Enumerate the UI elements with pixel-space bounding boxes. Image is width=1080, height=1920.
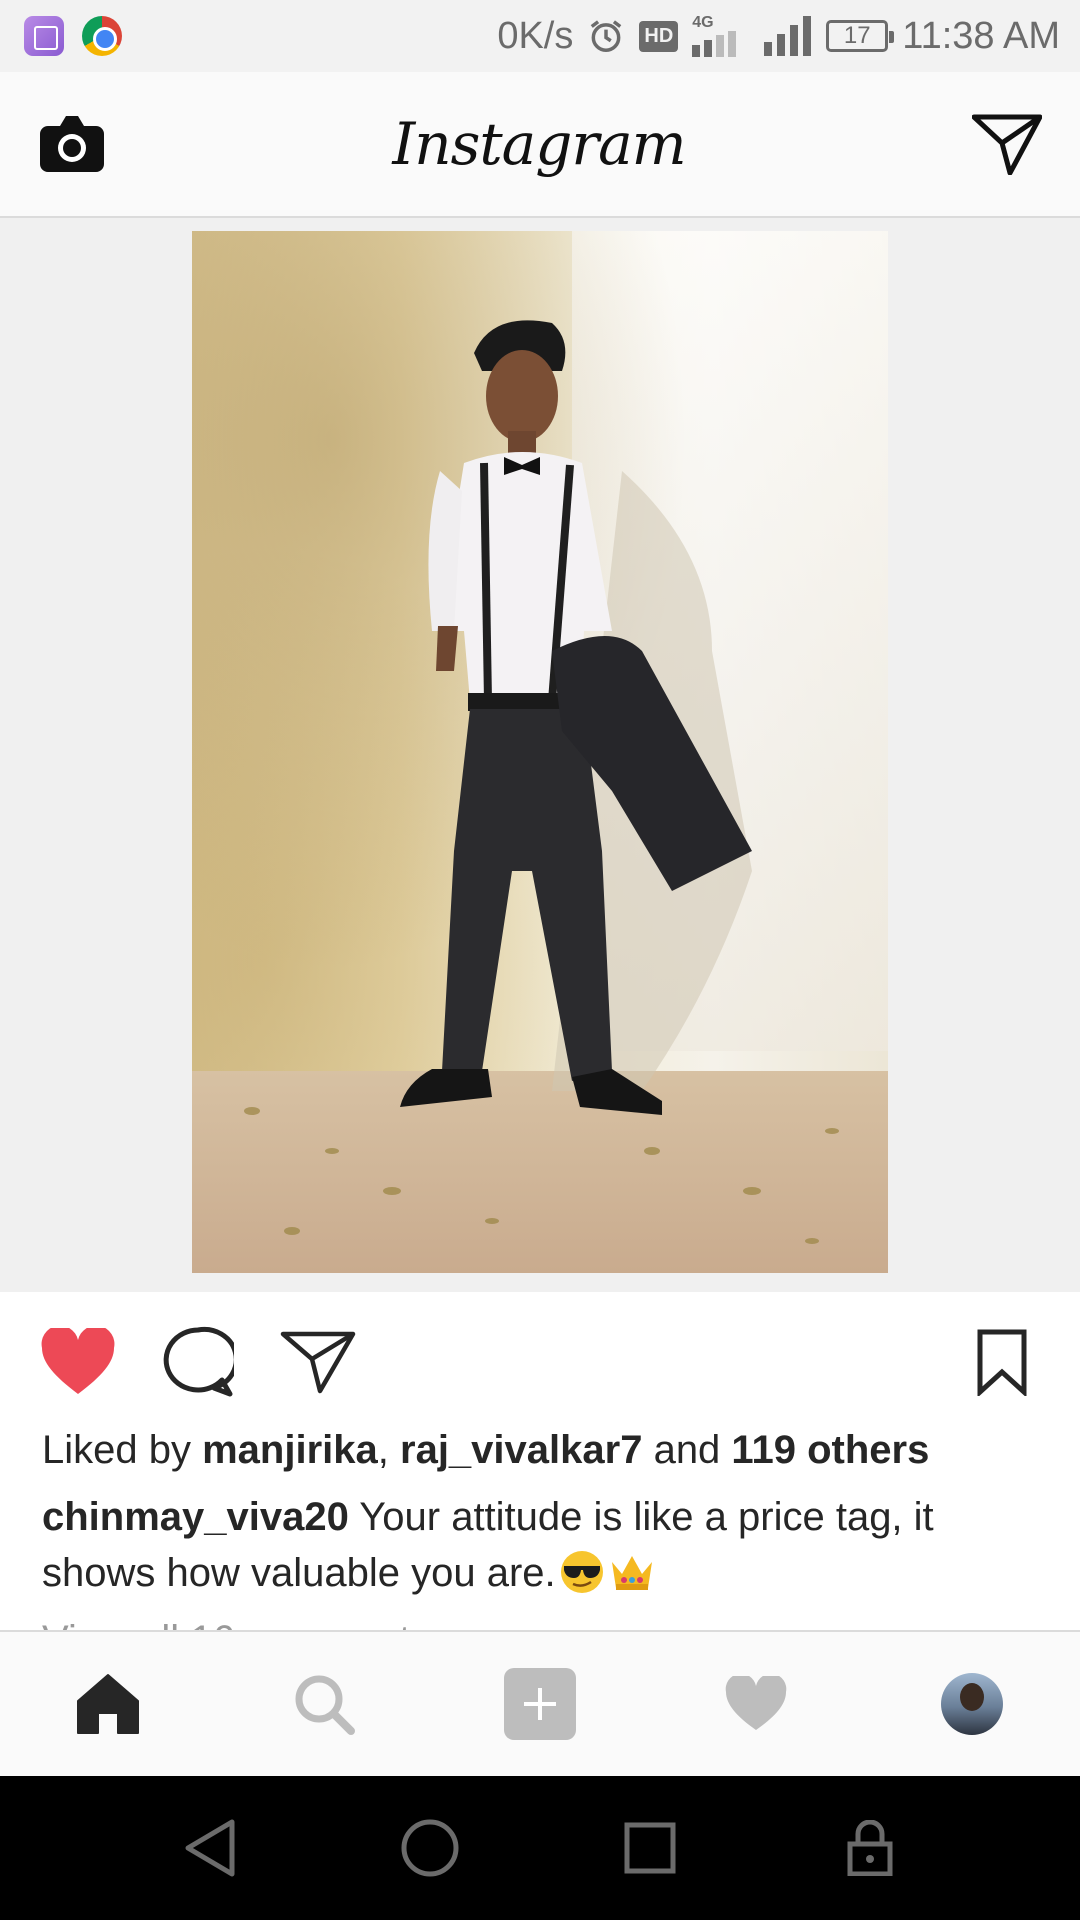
clock: 11:38 AM [902, 14, 1060, 57]
home-icon [77, 1674, 139, 1734]
gallery-notification-icon [24, 16, 64, 56]
system-home-button[interactable] [390, 1808, 470, 1888]
search-icon [295, 1675, 355, 1735]
alarm-icon [587, 17, 625, 55]
heart-icon [725, 1676, 787, 1730]
network-type: 4G [692, 14, 714, 31]
battery-icon: 17 [826, 20, 895, 52]
lock-icon [847, 1820, 893, 1876]
crown-emoji-icon [611, 1556, 652, 1590]
profile-avatar [941, 1673, 1003, 1735]
camera-icon [40, 116, 104, 172]
chrome-notification-icon [82, 16, 122, 56]
liker-username-2[interactable]: raj_vivalkar7 [400, 1428, 642, 1472]
home-circle-icon [401, 1819, 459, 1877]
tab-home[interactable] [58, 1654, 158, 1754]
photo-person [244, 320, 839, 1244]
likes-prefix: Liked by [42, 1428, 203, 1472]
tab-activity[interactable] [706, 1654, 806, 1754]
system-back-button[interactable] [170, 1808, 250, 1888]
post-media-area [0, 218, 1080, 1292]
status-indicators: 0K/s HD 4G 17 11:38 AM [497, 15, 1060, 58]
signal-4g-icon: 4G [692, 15, 750, 57]
paper-plane-icon [971, 114, 1042, 175]
sunglasses-emoji-icon [560, 1551, 603, 1593]
system-navigation-bar [0, 1776, 1080, 1920]
bookmark-icon [977, 1329, 1027, 1396]
camera-button[interactable] [38, 114, 106, 174]
instagram-logo: Instagram [392, 110, 686, 178]
post-actions [0, 1292, 1080, 1432]
comment-icon [163, 1326, 234, 1397]
app-header: Instagram [0, 72, 1080, 218]
liker-username-1[interactable]: manjirika [202, 1428, 378, 1472]
likes-others-count[interactable]: 119 others [731, 1428, 929, 1472]
status-notifications [24, 16, 122, 56]
comment-button[interactable] [156, 1320, 240, 1404]
status-bar: 0K/s HD 4G 17 11:38 AM [0, 0, 1080, 72]
bottom-tab-bar [0, 1630, 1080, 1776]
likes-and: and [642, 1428, 732, 1472]
caption-username[interactable]: chinmay_viva20 [42, 1495, 349, 1539]
back-icon [185, 1819, 235, 1877]
save-button[interactable] [960, 1320, 1044, 1404]
direct-message-button[interactable] [971, 113, 1042, 175]
add-icon [504, 1668, 576, 1740]
heart-filled-icon [41, 1328, 115, 1394]
network-speed: 0K/s [497, 14, 574, 57]
screen-lock-button[interactable] [830, 1808, 910, 1888]
recents-icon [624, 1822, 676, 1874]
share-paper-plane-icon [280, 1331, 356, 1394]
system-recents-button[interactable] [610, 1808, 690, 1888]
post-photo[interactable] [192, 231, 888, 1273]
tab-new-post[interactable] [490, 1654, 590, 1754]
post-caption: chinmay_viva20 Your attitude is like a p… [42, 1489, 1042, 1601]
tab-profile[interactable] [922, 1654, 1022, 1754]
likes-summary[interactable]: Liked by manjirika, raj_vivalkar7 and 11… [42, 1428, 929, 1473]
tab-search[interactable] [274, 1654, 374, 1754]
likes-separator: , [377, 1428, 400, 1472]
like-button[interactable] [36, 1320, 120, 1404]
hd-voice-badge: HD [639, 20, 679, 52]
signal-strength-icon [764, 16, 812, 56]
share-button[interactable] [276, 1320, 360, 1404]
